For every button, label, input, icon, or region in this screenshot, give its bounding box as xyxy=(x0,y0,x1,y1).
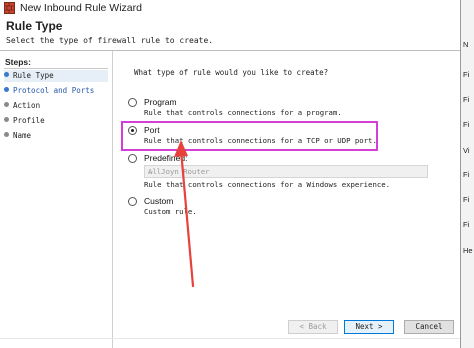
annotation-highlight-box xyxy=(121,121,378,151)
step-bullet-icon xyxy=(4,102,9,107)
predefined-label[interactable]: Predefined: xyxy=(144,153,187,163)
bottom-divider xyxy=(0,338,460,339)
step-bullet-icon xyxy=(4,117,9,122)
steps-heading: Steps: xyxy=(5,57,31,67)
custom-description: Custom rule. xyxy=(144,207,197,216)
page-subtitle: Select the type of firewall rule to crea… xyxy=(6,36,214,45)
bg-list-item: He xyxy=(463,246,473,255)
firewall-icon xyxy=(4,2,15,14)
step-action: Action xyxy=(4,100,108,112)
step-label: Profile xyxy=(13,116,45,125)
bg-list-item: N xyxy=(463,40,469,49)
main-content: What type of rule would you like to crea… xyxy=(113,51,460,348)
chevron-down-icon: ⌵ xyxy=(148,168,154,176)
step-label: Protocol and Ports xyxy=(13,86,95,95)
step-rule-type[interactable]: Rule Type xyxy=(4,70,108,82)
bg-list-item: Fi xyxy=(463,70,470,79)
bg-list-item: Fi xyxy=(463,120,470,129)
title-bar: New Inbound Rule Wizard xyxy=(0,0,460,18)
bg-list-item: Fi xyxy=(463,195,470,204)
cancel-button[interactable]: Cancel xyxy=(404,320,454,334)
back-button[interactable]: < Back xyxy=(288,320,338,334)
step-protocol-and-ports[interactable]: Protocol and Ports xyxy=(4,85,108,97)
step-label: Action xyxy=(13,101,41,110)
bg-list-item: Fi xyxy=(463,220,470,229)
bg-list-item: Vi xyxy=(463,146,470,155)
step-name: Name xyxy=(4,130,108,142)
bg-list-item: Fi xyxy=(463,170,470,179)
background-window: N Fi Fi Fi Vi Fi Fi Fi He xyxy=(460,0,474,348)
step-label: Name xyxy=(13,131,32,140)
step-profile: Profile xyxy=(4,115,108,127)
steps-panel: Steps: Rule Type Protocol and Ports Acti… xyxy=(0,51,113,348)
step-label: Rule Type xyxy=(13,71,54,80)
step-bullet-icon xyxy=(4,87,9,92)
program-label[interactable]: Program xyxy=(144,97,177,107)
step-bullet-icon xyxy=(4,132,9,137)
window-title: New Inbound Rule Wizard xyxy=(20,2,142,14)
bg-list-item: Fi xyxy=(463,95,470,104)
predefined-radio[interactable] xyxy=(128,154,137,163)
page-title: Rule Type xyxy=(6,19,63,33)
predefined-dropdown: AllJoyn Router ⌵ xyxy=(144,165,428,178)
rule-type-question: What type of rule would you like to crea… xyxy=(134,68,329,77)
wizard-header: Rule Type Select the type of firewall ru… xyxy=(0,17,460,51)
program-radio[interactable] xyxy=(128,98,137,107)
steps-divider xyxy=(4,68,108,69)
program-description: Rule that controls connections for a pro… xyxy=(144,108,342,117)
custom-label[interactable]: Custom xyxy=(144,196,173,206)
step-bullet-icon xyxy=(4,72,9,77)
predefined-description: Rule that controls connections for a Win… xyxy=(144,180,391,189)
custom-radio[interactable] xyxy=(128,197,137,206)
next-button[interactable]: Next > xyxy=(344,320,394,334)
